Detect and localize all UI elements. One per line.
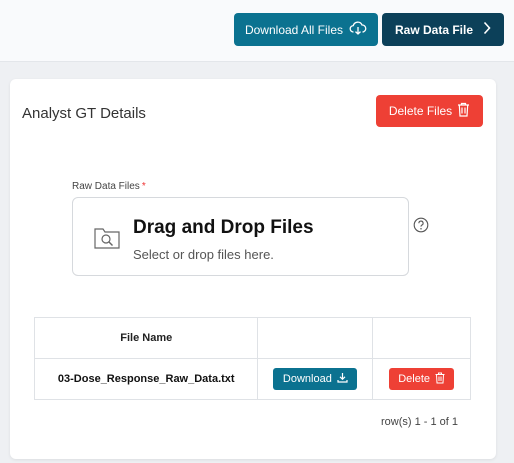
card-title: Analyst GT Details bbox=[22, 105, 146, 122]
chevron-right-icon bbox=[483, 21, 491, 38]
pagination-summary: row(s) 1 - 1 of 1 bbox=[380, 416, 458, 428]
delete-files-button[interactable]: Delete Files bbox=[376, 95, 483, 127]
row-delete-button[interactable]: Delete bbox=[389, 368, 455, 390]
delete-files-label: Delete Files bbox=[388, 104, 453, 118]
dropzone-title: Drag and Drop Files bbox=[133, 217, 314, 238]
raw-data-files-label-text: Raw Data Files bbox=[72, 181, 140, 192]
raw-data-file-button[interactable]: Raw Data File bbox=[382, 13, 504, 46]
delete-cell: Delete bbox=[372, 358, 471, 400]
dropzone-subtitle: Select or drop files here. bbox=[133, 247, 274, 262]
table-header-row: File Name bbox=[33, 317, 471, 359]
required-mark: * bbox=[141, 181, 146, 192]
download-cell: Download bbox=[257, 358, 374, 400]
files-table: File Name 03-Dose_Response_Raw_Data.txt … bbox=[33, 317, 471, 400]
raw-data-file-label: Raw Data File bbox=[394, 22, 474, 37]
analyst-gt-details-card: Analyst GT Details Delete Files Raw Data… bbox=[10, 79, 496, 459]
column-header-download bbox=[257, 317, 374, 359]
trash-icon bbox=[435, 372, 445, 387]
top-bar: Download All Files Raw Data File bbox=[0, 0, 514, 62]
download-all-files-button[interactable]: Download All Files bbox=[234, 13, 378, 46]
help-icon[interactable] bbox=[413, 217, 429, 238]
download-all-files-label: Download All Files bbox=[244, 22, 344, 37]
column-header-delete bbox=[372, 317, 471, 359]
cloud-download-icon bbox=[349, 21, 367, 38]
file-dropzone[interactable]: Drag and Drop Files Select or drop files… bbox=[72, 197, 409, 276]
file-name-cell: 03-Dose_Response_Raw_Data.txt bbox=[33, 358, 259, 400]
download-icon bbox=[337, 372, 348, 386]
column-header-file-name: File Name bbox=[33, 317, 259, 359]
trash-icon bbox=[457, 102, 470, 120]
raw-data-files-label: Raw Data Files * bbox=[72, 181, 146, 192]
table-row: 03-Dose_Response_Raw_Data.txt Download D… bbox=[33, 358, 471, 400]
row-download-button[interactable]: Download bbox=[273, 368, 358, 390]
row-download-label: Download bbox=[282, 373, 332, 385]
folder-search-icon bbox=[93, 224, 121, 255]
row-delete-label: Delete bbox=[398, 373, 430, 385]
